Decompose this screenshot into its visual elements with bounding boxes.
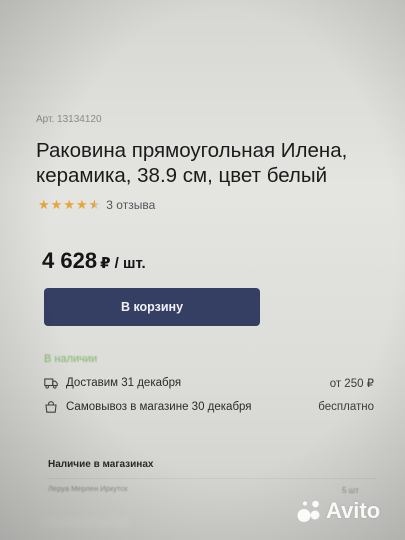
delivery-option[interactable]: Доставим 31 декабря от 250 ₽ — [44, 376, 374, 390]
pickup-option[interactable]: Самовывоз в магазине 30 декабря бесплатн… — [44, 401, 374, 413]
shopping-bag-icon — [45, 401, 57, 413]
reviews-link[interactable]: 3 отзыва — [106, 198, 155, 212]
delivery-label: Доставим 31 декабря — [66, 377, 182, 389]
stores-heading: Наличие в магазинах — [48, 459, 154, 470]
product-screen: Арт. 13134120 Раковина прямоугольная Иле… — [0, 0, 405, 540]
star-icon: ★ — [63, 197, 75, 212]
star-icon: ★ — [38, 197, 50, 212]
half-star-icon: ★ — [89, 198, 101, 213]
avito-logo-icon — [297, 500, 320, 522]
price-value: 4 628 — [42, 248, 98, 273]
product-title: Раковина прямоугольная Илена, керамика, … — [36, 139, 348, 187]
star-icon: ★ — [50, 197, 63, 212]
blurred-text — [40, 518, 130, 528]
avito-watermark: Avito — [296, 497, 380, 524]
truck-icon — [44, 378, 58, 389]
rating[interactable]: ★ ★ ★ ★ ★ 3 отзыва — [38, 197, 155, 213]
pickup-price: бесплатно — [318, 401, 374, 413]
article-number: Арт. 13134120 — [36, 114, 102, 125]
star-icon: ★ — [75, 197, 88, 212]
add-to-cart-button[interactable]: В корзину — [44, 288, 260, 326]
delivery-price: от 250 ₽ — [329, 378, 374, 390]
stock-status: В наличии — [44, 353, 98, 365]
price-unit: ₽ / шт. — [100, 255, 146, 272]
rating-stars: ★ ★ ★ ★ ★ — [38, 197, 101, 213]
watermark-text: Avito — [326, 497, 381, 523]
pickup-label: Самовывоз в магазине 30 декабря — [66, 401, 252, 413]
store-name[interactable]: Леруа Мерлен Иркутск — [48, 484, 127, 493]
divider — [46, 478, 376, 479]
price: 4 628 ₽ / шт. — [42, 248, 146, 274]
store-quantity: 5 шт — [342, 486, 359, 495]
